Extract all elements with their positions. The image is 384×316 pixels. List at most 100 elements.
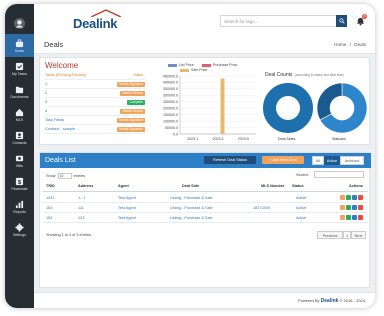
task-name[interactable]: Contract - sample: [45, 127, 75, 131]
x-tick-label: 2023.1: [187, 137, 198, 141]
legend-swatch: [202, 63, 211, 67]
cell-agent[interactable]: Test Agent: [118, 216, 136, 220]
list-item[interactable]: 4 Needs Review: [45, 107, 145, 116]
view-icon[interactable]: [352, 205, 357, 210]
column-header-mls-number[interactable]: MLS Number: [261, 184, 284, 188]
task-name[interactable]: 3: [45, 100, 47, 104]
refresh-deal-status-button[interactable]: Refresh Deal Status: [204, 156, 256, 164]
sidebar-item-documents[interactable]: Documents: [5, 80, 34, 103]
sidebar-item-financials[interactable]: $ Financials: [5, 172, 34, 195]
legend-purchase-price: Purchase Price: [202, 63, 237, 67]
footer-powered-label: Powered By: [297, 298, 320, 303]
bills-icon: [15, 155, 24, 161]
cell-deal-side: Listing - Purchase & Sale: [170, 206, 213, 210]
y-tick-label: 350000.0: [163, 87, 178, 91]
sidebar-item-settings[interactable]: Settings: [5, 218, 34, 241]
user-icon: [14, 17, 25, 29]
table-info: Showing 1 to 3 of 3 entries: [46, 233, 91, 237]
cell-trid[interactable]: 1041: [46, 196, 54, 200]
x-tick-label: 2023.5: [238, 137, 249, 141]
y-tick-label: 450000.0: [163, 74, 178, 78]
task-name[interactable]: 2: [45, 91, 47, 95]
sidebar-item-contacts[interactable]: Contacts: [5, 126, 34, 149]
column-header-agent[interactable]: Agent: [118, 184, 129, 188]
page-title: Deals: [44, 40, 64, 49]
filter-all-tab[interactable]: All: [312, 156, 324, 165]
legend-label: List Price: [179, 63, 194, 67]
archive-icon[interactable]: [346, 215, 351, 220]
pie-label-statuses: Statuses: [332, 137, 346, 141]
sidebar-item-mls[interactable]: MLS: [5, 103, 34, 126]
cell-trid[interactable]: 1B1: [46, 206, 53, 210]
pagination-page-button[interactable]: 1: [343, 231, 351, 239]
add-new-deal-button[interactable]: + Add New Deal: [262, 156, 304, 164]
pie-slice: [263, 83, 313, 133]
tasks-icon: [15, 62, 24, 70]
search-icon: [338, 18, 345, 24]
status-badge: Needs Signature: [117, 127, 145, 132]
table-row-divider: [43, 202, 368, 203]
footer: Powered By Dealink © 2016 - 2024: [34, 292, 375, 308]
column-header-trid[interactable]: TRID: [46, 184, 55, 188]
edit-icon[interactable]: [340, 205, 345, 210]
delete-icon[interactable]: [358, 205, 363, 210]
pagination-previous-button[interactable]: Previous: [317, 231, 343, 239]
task-name[interactable]: 1: [45, 82, 47, 86]
bar: [220, 78, 225, 134]
edit-icon[interactable]: [340, 215, 345, 220]
list-item[interactable]: Contract - sample Needs Signature: [45, 125, 145, 134]
status-badge: Needs Signature: [117, 82, 145, 87]
list-item[interactable]: 3 Complete: [45, 98, 145, 107]
cell-address[interactable]: 111: [78, 206, 84, 210]
delete-icon[interactable]: [358, 195, 363, 200]
contacts-icon: [15, 131, 24, 139]
deals-list-card: Deals List Refresh Deal Status + Add New…: [39, 152, 371, 288]
cell-status: Active: [296, 196, 307, 200]
archive-icon[interactable]: [346, 205, 351, 210]
view-icon[interactable]: [352, 215, 357, 220]
sidebar-item-label: Financials: [11, 186, 28, 191]
filter-archived-tab[interactable]: Archived: [340, 156, 364, 165]
table-row-divider: [43, 212, 368, 213]
sidebar-item-reports[interactable]: Reports: [5, 195, 34, 218]
view-icon[interactable]: [352, 195, 357, 200]
page-length-select[interactable]: 10: [57, 173, 72, 179]
filter-active-tab[interactable]: Active: [324, 156, 340, 165]
table-search-input[interactable]: [314, 171, 364, 178]
brand-logo[interactable]: Dealink: [73, 9, 121, 30]
archive-icon[interactable]: [346, 195, 351, 200]
column-header-address[interactable]: Address: [78, 184, 93, 188]
sidebar-item-deals[interactable]: Deals: [5, 34, 34, 57]
sidebar-item-label: Contacts: [12, 140, 27, 145]
list-item[interactable]: 2 Needs Review: [45, 89, 145, 98]
page-header: Deals Home / Deals: [34, 34, 375, 54]
notification-badge: 8: [362, 14, 367, 19]
task-name[interactable]: 4: [45, 109, 47, 113]
edit-icon[interactable]: [340, 195, 345, 200]
list-item[interactable]: Task Fields Needs Signature: [45, 116, 145, 125]
entries-label: entries: [73, 174, 86, 178]
cell-address[interactable]: 1...1: [78, 196, 85, 200]
cell-trid[interactable]: 1B1: [46, 216, 53, 220]
list-item[interactable]: 1 Needs Signature: [45, 80, 145, 89]
sidebar-item-tasks[interactable]: My Tasks: [5, 57, 34, 80]
task-name[interactable]: Task Fields: [45, 118, 64, 122]
column-header-status[interactable]: Status: [292, 184, 304, 188]
table-search-label: Search:: [296, 173, 310, 177]
y-tick-label: 250000.0: [163, 100, 178, 104]
search-button[interactable]: [336, 15, 347, 27]
breadcrumb-home[interactable]: Home: [334, 42, 346, 47]
cell-address[interactable]: 123: [78, 216, 84, 220]
cell-agent[interactable]: Test Agent: [118, 196, 136, 200]
status-badge: Needs Signature: [117, 118, 145, 123]
sidebar-item-bills[interactable]: Bills: [5, 149, 34, 172]
search-input[interactable]: Search for tags...: [220, 15, 336, 27]
column-header-deal-side[interactable]: Deal Side: [182, 184, 199, 188]
sidebar-item-user[interactable]: [5, 12, 34, 35]
y-tick-label: 50000.0: [165, 126, 178, 130]
sidebar-item-label: Deals: [14, 48, 25, 53]
pagination-next-button[interactable]: Next: [351, 231, 366, 239]
cell-agent[interactable]: Test Agent: [118, 206, 136, 210]
delete-icon[interactable]: [358, 215, 363, 220]
footer-copyright: © 2016 - 2024: [339, 298, 365, 303]
